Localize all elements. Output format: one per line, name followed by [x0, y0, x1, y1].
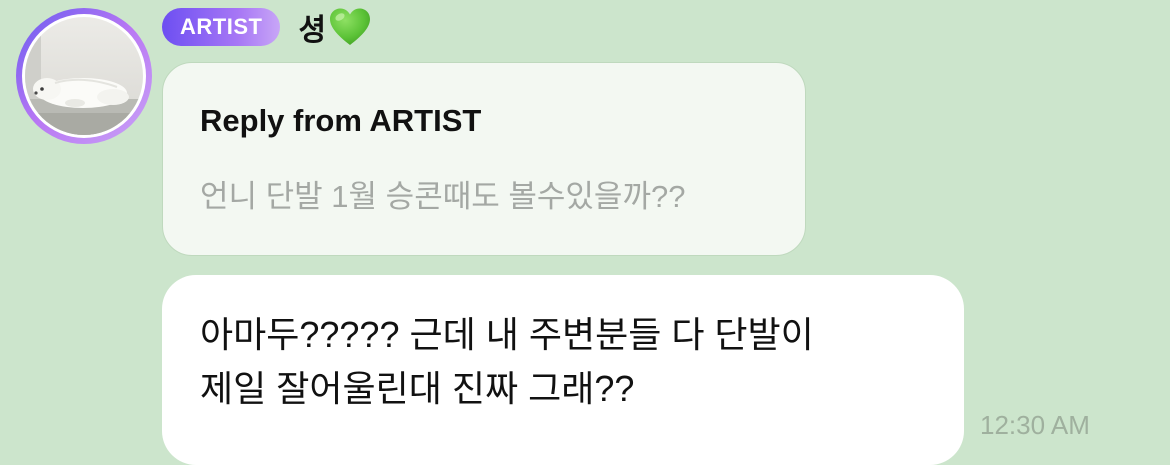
message-line: 아마두????? 근데 내 주변분들 다 단발이: [200, 314, 814, 355]
avatar[interactable]: [16, 8, 152, 144]
artist-badge: ARTIST: [162, 8, 281, 46]
message-bubble[interactable]: 아마두????? 근데 내 주변분들 다 단발이 제일 잘어울린대 진짜 그래?…: [162, 275, 964, 465]
reply-title: Reply from ARTIST: [200, 103, 482, 138]
message-line: 제일 잘어울린대 진짜 그래??: [200, 368, 635, 409]
reply-quoted-text: 언니 단발 1월 승콘때도 볼수있을까??: [200, 179, 686, 214]
sender-name-wrap: 셩: [298, 5, 372, 49]
avatar-ring: [22, 14, 146, 138]
message-timestamp: 12:30 AM: [980, 410, 1090, 440]
avatar-photo: [25, 17, 143, 135]
reply-card[interactable]: Reply from ARTIST 언니 단발 1월 승콘때도 볼수있을까??: [162, 62, 806, 256]
green-heart-icon: [330, 8, 371, 45]
sender-name: 셩: [298, 14, 327, 47]
message-header: ARTIST 셩: [162, 6, 372, 48]
